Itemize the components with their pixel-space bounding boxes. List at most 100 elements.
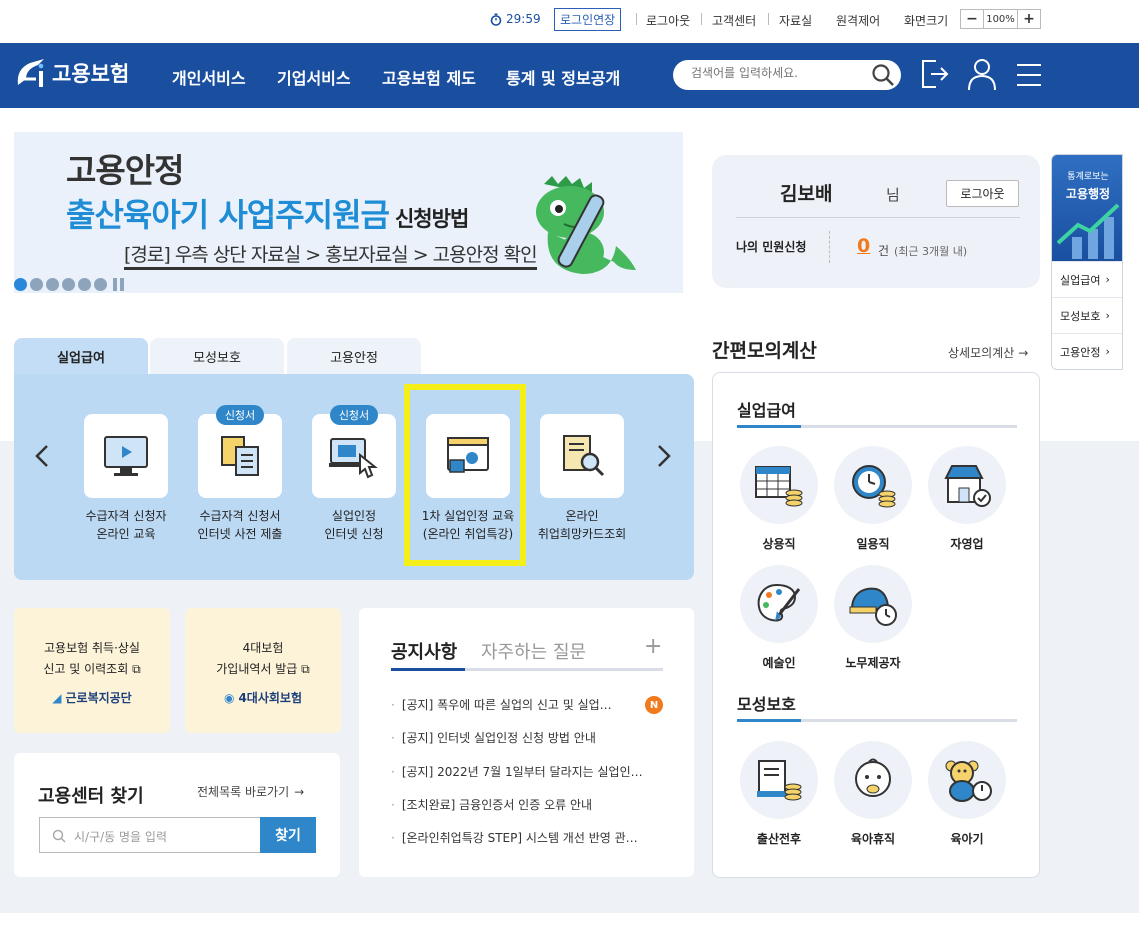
chevron-left-icon[interactable] (34, 444, 50, 468)
calc-childcare-period[interactable] (928, 741, 1006, 819)
zoom-in-button[interactable]: + (1018, 10, 1040, 28)
service-panel: 수급자격 신청자 온라인 교육 신청서 수급자격 신청서 인터넷 사전 제출 신청서… (14, 374, 694, 580)
calc-self-employed[interactable] (928, 446, 1006, 524)
pagination-dot[interactable] (94, 278, 107, 291)
service-label-line2: 취업희망카드조회 (537, 527, 627, 541)
chevron-right-icon: › (1105, 345, 1110, 358)
center-list-link[interactable]: 전체목록 바로가기 → (197, 783, 304, 800)
center-search-button[interactable]: 찾기 (260, 817, 316, 853)
tab-unemployment[interactable]: 실업급여 (14, 338, 148, 375)
chevron-right-icon[interactable] (656, 444, 672, 468)
my-applications-label: 나의 민원신청 (736, 240, 807, 254)
more-icon[interactable]: + (644, 634, 662, 659)
documents-icon (221, 436, 259, 476)
notice-item[interactable]: [공지] 2022년 7월 1일부터 달라지는 실업인… (391, 763, 661, 780)
widget-link-unemployment[interactable]: 실업급여 › (1052, 261, 1122, 297)
notice-item[interactable]: [공지] 인터넷 실업인정 신청 방법 안내 (391, 729, 661, 746)
widget-link-stability[interactable]: 고용안정 › (1052, 333, 1122, 369)
search-box (673, 60, 901, 90)
logout-button[interactable]: 로그아웃 (946, 180, 1019, 207)
highlight-box (404, 384, 526, 566)
calc-labor-provider[interactable] (834, 565, 912, 643)
service-label-line1: 온라인 (565, 509, 599, 523)
tab-notices[interactable]: 공지사항 (391, 638, 457, 664)
notice-item[interactable]: [조치완료] 금융인증서 인증 오류 안내 (391, 796, 661, 813)
notice-item[interactable]: [온라인취업특강 STEP] 시스템 개선 반영 관… (391, 829, 661, 846)
banner-line1: 고용안정 (66, 151, 184, 190)
service-card-hope-card[interactable] (540, 414, 624, 498)
remote-link[interactable]: 원격제어 (836, 12, 880, 29)
calc-daily-worker[interactable] (834, 446, 912, 524)
laptop-click-icon (329, 438, 378, 479)
pagination-dot[interactable] (78, 278, 91, 291)
user-icon[interactable] (966, 57, 998, 91)
document-coins-icon (757, 760, 802, 801)
chevron-right-icon: › (1105, 273, 1110, 286)
divider (701, 13, 702, 25)
quick-link-history[interactable]: 고용보험 취득·상실 신고 및 이력조회 ⧉ ◢ 근로복지공단 (14, 608, 170, 733)
center-finder-title: 고용센터 찾기 (38, 786, 144, 807)
application-count[interactable]: 0 (857, 235, 870, 257)
tab-faq[interactable]: 자주하는 질문 (481, 638, 586, 664)
org-logo: ◉ 4대사회보험 (185, 688, 341, 709)
nav-system[interactable]: 고용보험 제도 (382, 65, 476, 89)
tab-maternity[interactable]: 모성보호 (150, 338, 284, 375)
service-card-online-recognition[interactable] (312, 414, 396, 498)
pause-icon[interactable] (113, 278, 126, 291)
logout-link[interactable]: 로그아웃 (646, 12, 690, 29)
store-check-icon (944, 465, 991, 507)
search-icon[interactable] (871, 63, 895, 87)
detailed-calc-link[interactable]: 상세모의계산 → (948, 344, 1028, 361)
footer-space (0, 913, 1139, 933)
service-label: 실업인정 인터넷 신청 (304, 507, 404, 543)
banner-path: [경로] 우측 상단 자료실 > 홍보자료실 > 고용안정 확인 (124, 240, 538, 270)
monitor-play-icon (104, 436, 148, 476)
service-label: 수급자격 신청자 온라인 교육 (76, 507, 176, 543)
notice-panel: 공지사항 자주하는 질문 + [공지] 폭우에 따른 실업의 신고 및 실업… … (359, 608, 694, 877)
widget-link-label: 고용안정 (1060, 345, 1101, 359)
banner-line2: 출산육아기 사업주지원금 신청방법 (66, 190, 469, 236)
org-logo: ◢ 근로복지공단 (14, 688, 170, 709)
calc-artist[interactable] (740, 565, 818, 643)
calc-label: 상용직 (762, 537, 796, 551)
site-logo[interactable]: 고용보험 (14, 55, 129, 91)
nav-business[interactable]: 기업서비스 (277, 65, 351, 89)
calc-section-maternity: 모성보호 (737, 695, 796, 714)
section-underline (737, 425, 1017, 428)
menu-icon[interactable] (1016, 63, 1042, 87)
statistics-banner[interactable]: 통계로보는 고용행정 (1052, 155, 1122, 261)
service-card-online-education[interactable] (84, 414, 168, 498)
center-search-input[interactable]: 시/구/동 명을 입력 (39, 817, 261, 853)
calc-parental-leave[interactable] (834, 741, 912, 819)
nav-statistics[interactable]: 통계 및 정보공개 (506, 65, 620, 89)
pagination-dot[interactable] (46, 278, 59, 291)
service-label-line1: 수급자격 신청서 (199, 509, 281, 523)
tab-stability[interactable]: 고용안정 (287, 338, 421, 375)
calc-label: 예술인 (762, 656, 796, 670)
search-input[interactable] (691, 66, 861, 80)
pagination-dot[interactable] (62, 278, 75, 291)
zoom-out-button[interactable]: − (961, 10, 983, 28)
promo-banner[interactable]: 고용안정 출산육아기 사업주지원금 신청방법 [경로] 우측 상단 자료실 > 홍… (14, 132, 683, 293)
pagination-dot[interactable] (14, 278, 27, 291)
calc-maternity-leave[interactable] (740, 741, 818, 819)
calc-regular-worker[interactable] (740, 446, 818, 524)
support-link[interactable]: 고객센터 (712, 12, 756, 29)
teddy-clock-icon (945, 760, 992, 802)
notice-item[interactable]: [공지] 폭우에 따른 실업의 신고 및 실업… (391, 696, 639, 713)
service-card-pre-submission[interactable] (198, 414, 282, 498)
quick-link-line2: 신고 및 이력조회 ⧉ (14, 659, 170, 680)
library-link[interactable]: 자료실 (779, 12, 812, 29)
service-label-line2: 온라인 교육 (96, 527, 156, 541)
quick-link-text: 고용보험 취득·상실 신고 및 이력조회 ⧉ (14, 638, 170, 680)
logout-icon[interactable] (920, 57, 950, 91)
extend-login-button[interactable]: 로그인연장 (554, 8, 622, 31)
clock-coins-icon (852, 465, 896, 508)
widget-link-label: 모성보호 (1060, 309, 1101, 323)
quick-link-certificate[interactable]: 4대보험 가입내역서 발급 ⧉ ◉ 4대사회보험 (185, 608, 341, 733)
zoom-value: 100% (983, 10, 1018, 28)
nav-personal[interactable]: 개인서비스 (172, 65, 246, 89)
banner-pagination (14, 278, 126, 291)
widget-link-maternity[interactable]: 모성보호 › (1052, 297, 1122, 333)
pagination-dot[interactable] (30, 278, 43, 291)
